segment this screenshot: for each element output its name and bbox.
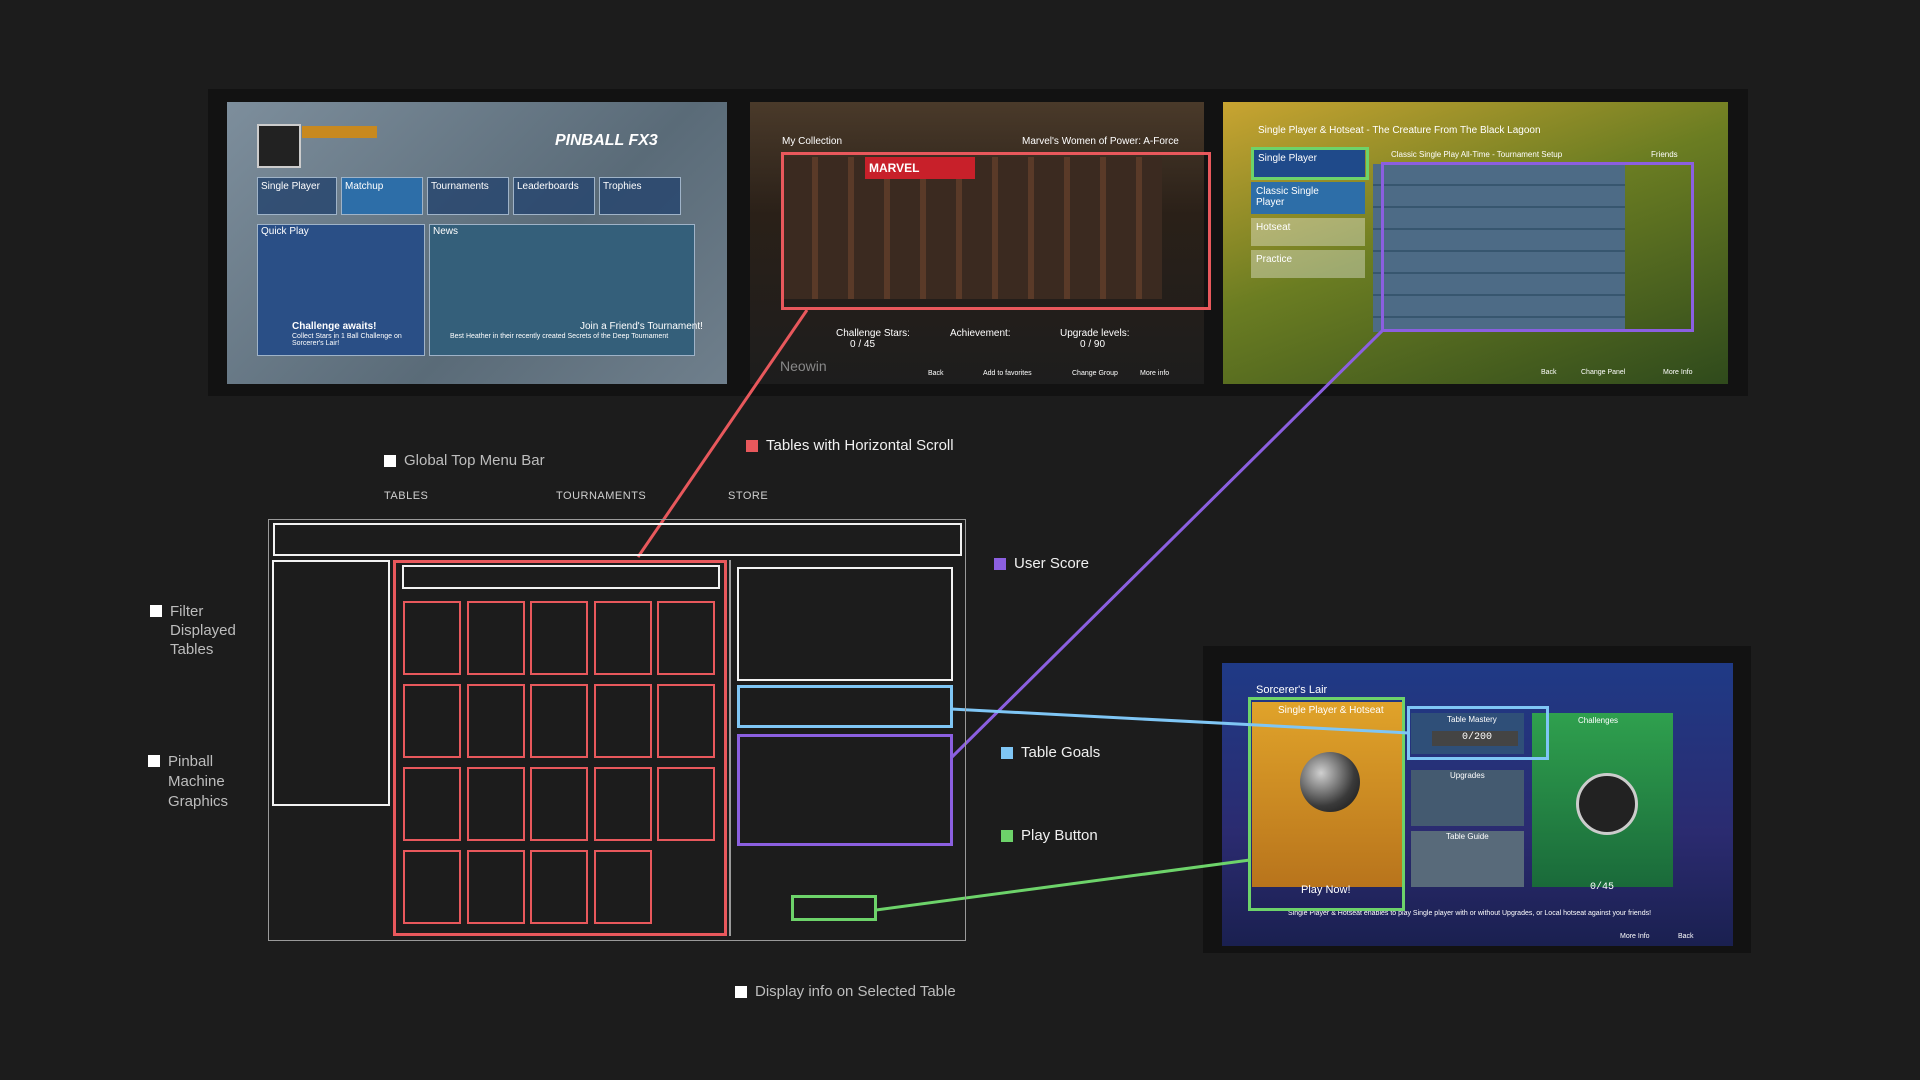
wireframe-table-slot <box>593 684 652 758</box>
connector-blue <box>950 707 1410 735</box>
legend-tables-scroll: Tables with Horizontal Scroll <box>746 437 954 454</box>
legend-label: Tables with Horizontal Scroll <box>766 437 954 454</box>
wireframe-table-slot <box>530 850 588 924</box>
legend-global-top-menu: Global Top Menu Bar <box>384 452 545 469</box>
legend-label: Global Top Menu Bar <box>404 452 545 469</box>
wireframe-table-slot <box>530 767 588 841</box>
wireframe-table-slot <box>466 767 525 841</box>
wireframe-user-score <box>737 734 953 846</box>
legend-table-goals: Table Goals <box>1001 744 1100 761</box>
legend-label-line: Pinball <box>168 753 214 770</box>
wireframe-play-button <box>791 895 877 921</box>
swatch-white <box>148 755 160 767</box>
legend-label-line: Graphics <box>168 793 229 810</box>
wireframe-machine-graphics <box>737 567 953 681</box>
legend-label-line: Machine <box>168 773 225 790</box>
legend-display-info: Display info on Selected Table <box>735 983 956 1000</box>
wireframe-table-slot <box>593 767 652 841</box>
wireframe-table-slot <box>403 601 461 675</box>
wireframe-table-goals <box>737 685 953 728</box>
menu-label-tables: TABLES <box>384 490 429 502</box>
legend-label-line: Tables <box>170 641 214 658</box>
wireframe-table-slot <box>593 850 652 924</box>
legend-label: Table Goals <box>1021 744 1101 761</box>
wireframe-table-slot <box>466 850 525 924</box>
swatch-white <box>735 986 747 998</box>
legend-label: User Score <box>1014 555 1090 572</box>
wireframe-filter-panel <box>272 560 390 806</box>
legend-label-line: Filter <box>170 603 204 620</box>
wireframe-top-menu <box>273 523 962 556</box>
wireframe-table-slot <box>657 767 715 841</box>
swatch-purple <box>994 558 1006 570</box>
menu-label-store: STORE <box>728 490 769 502</box>
wireframe-table-slot <box>403 767 461 841</box>
legend-user-score: User Score <box>994 555 1089 572</box>
legend-play-button: Play Button <box>1001 827 1098 844</box>
legend-machine-graphics: Pinball Machine Graphics <box>148 752 228 812</box>
wireframe-table-slot <box>593 601 652 675</box>
wireframe-table-slot <box>466 601 525 675</box>
connector-purple <box>950 328 1385 759</box>
swatch-white <box>384 455 396 467</box>
wireframe-tables-header <box>402 565 720 589</box>
wireframe-table-slot <box>657 684 715 758</box>
legend-label-line: Displayed <box>170 622 236 639</box>
wireframe-table-slot <box>657 601 715 675</box>
legend-filter-tables: Filter Displayed Tables <box>150 602 236 659</box>
legend-label: Play Button <box>1021 827 1098 844</box>
swatch-green <box>1001 830 1013 842</box>
wireframe-table-slot <box>403 684 461 758</box>
swatch-blue <box>1001 747 1013 759</box>
swatch-white <box>150 605 162 617</box>
wireframe-table-slot <box>530 601 588 675</box>
legend-label: Display info on Selected Table <box>755 983 956 1000</box>
menu-label-tournaments: TOURNAMENTS <box>556 490 647 502</box>
wireframe-table-slot <box>403 850 461 924</box>
wireframe-table-slot <box>530 684 588 758</box>
wireframe-table-slot <box>466 684 525 758</box>
swatch-red <box>746 440 758 452</box>
